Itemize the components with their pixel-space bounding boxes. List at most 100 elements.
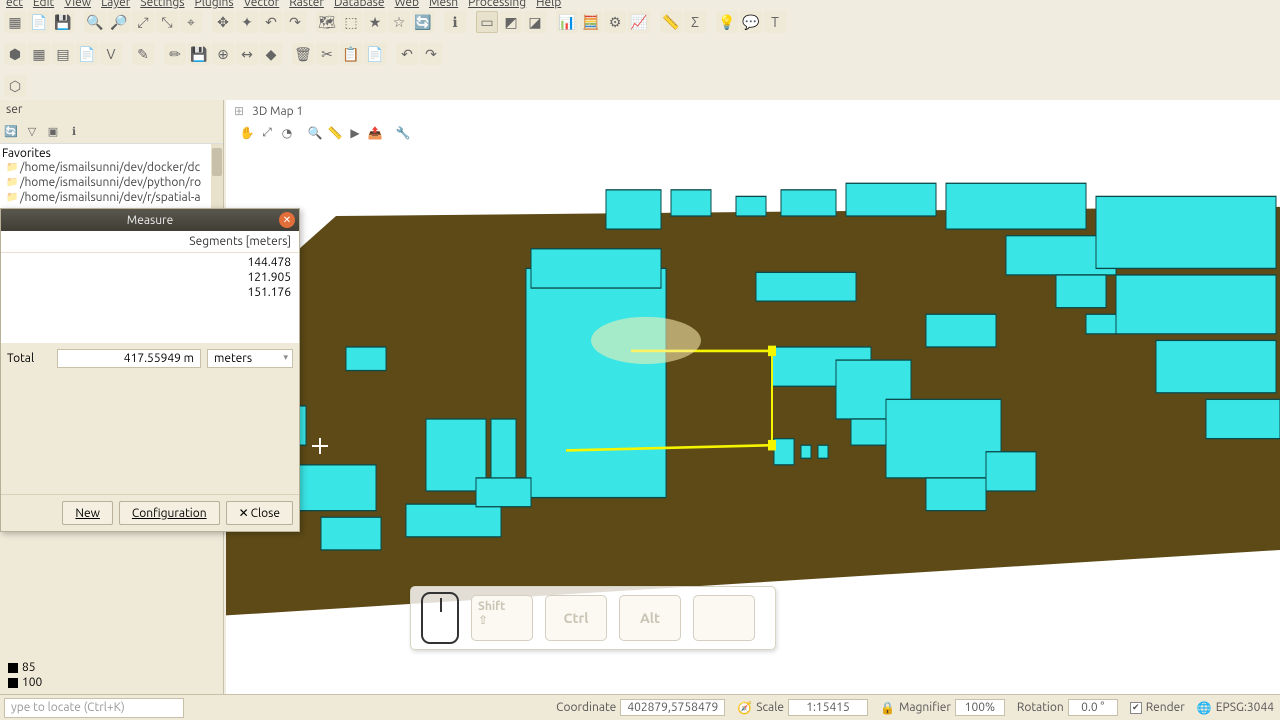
open-icon[interactable]: 📄: [28, 11, 50, 33]
delete-icon[interactable]: 🗑: [292, 43, 314, 65]
add-mesh-icon[interactable]: ▤: [52, 43, 74, 65]
unit-select[interactable]: meters: [207, 349, 293, 368]
coordinate-value[interactable]: 402879,5758479: [620, 699, 725, 716]
shift-key: Shift⇧: [471, 595, 533, 641]
sigma-icon[interactable]: Σ: [684, 11, 706, 33]
save-icon[interactable]: 💾: [52, 11, 74, 33]
layer-item[interactable]: 100: [8, 675, 215, 690]
copy-icon[interactable]: 📋: [340, 43, 362, 65]
processing-icon[interactable]: ⚙: [604, 11, 626, 33]
coordinate-label: Coordinate: [556, 701, 616, 714]
cut-icon[interactable]: ✂: [316, 43, 338, 65]
mouse-icon: [421, 592, 459, 644]
save-edits-icon[interactable]: 💾: [188, 43, 210, 65]
measure-titlebar[interactable]: Measure ✕: [1, 209, 299, 231]
digitize-toolbar: ⬢ ▦ ▤ 📄 V ✎ ✏ 💾 ⊕ ↔ ◆ 🗑 ✂ 📋 📄 ↶ ↷: [0, 40, 1280, 68]
configuration-button[interactable]: Configuration: [119, 501, 220, 525]
render-label: Render: [1146, 701, 1185, 714]
3d-animation-icon[interactable]: ▶: [346, 124, 364, 142]
browser-scrollbar[interactable]: [211, 144, 223, 208]
add-delimited-icon[interactable]: 📄: [76, 43, 98, 65]
3d-settings-icon[interactable]: 🔧: [394, 124, 412, 142]
measure-icon[interactable]: 📏: [660, 11, 682, 33]
new-project-icon[interactable]: ▦: [4, 11, 26, 33]
select-icon[interactable]: ▭: [476, 11, 498, 33]
toggle-edit-icon[interactable]: ✎: [132, 43, 154, 65]
3d-identify-icon[interactable]: 🔍: [306, 124, 324, 142]
alt-key: Alt: [619, 595, 681, 641]
zoom-full-icon[interactable]: ⤢: [132, 11, 154, 33]
node-tool-icon[interactable]: ◆: [260, 43, 282, 65]
browser-title: ser: [0, 100, 223, 119]
3d-pan-icon[interactable]: ✋: [238, 124, 256, 142]
new-3d-icon[interactable]: ⬚: [340, 11, 362, 33]
settings-browser-icon[interactable]: ℹ: [65, 122, 83, 140]
add-raster-icon[interactable]: ▦: [28, 43, 50, 65]
new-bookmark-icon[interactable]: ★: [364, 11, 386, 33]
filter-browser-icon[interactable]: ▽: [23, 122, 41, 140]
redo-icon[interactable]: ↷: [420, 43, 442, 65]
stats-icon[interactable]: 📈: [628, 11, 650, 33]
zoom-next-icon[interactable]: ↷: [284, 11, 306, 33]
zoom-in-icon[interactable]: 🔍: [84, 11, 106, 33]
maptip-icon[interactable]: 💡: [716, 11, 738, 33]
plugin-icon[interactable]: ⬡: [4, 75, 26, 97]
zoom-layer-icon[interactable]: ⤡: [156, 11, 178, 33]
segment-value: 151.176: [9, 285, 291, 300]
text-annotation-icon[interactable]: T: [764, 11, 786, 33]
add-vector-icon[interactable]: ⬢: [4, 43, 26, 65]
scale-value[interactable]: 1:15415: [788, 699, 868, 716]
3d-zoom-full-icon[interactable]: ⤢: [258, 124, 276, 142]
move-feature-icon[interactable]: ↔: [236, 43, 258, 65]
favorite-path[interactable]: /home/ismailsunni/dev/r/spatial-a: [6, 190, 217, 205]
segments-list: 144.478 121.905 151.176: [1, 253, 299, 343]
lock-icon[interactable]: 🔒: [880, 701, 895, 715]
segment-value: 144.478: [9, 255, 291, 270]
favorite-path[interactable]: /home/ismailsunni/dev/python/ro: [6, 175, 217, 190]
render-checkbox[interactable]: ✔: [1130, 702, 1142, 714]
close-button[interactable]: ✕Close: [226, 501, 293, 525]
measure-dialog[interactable]: Measure ✕ Segments [meters] 144.478 121.…: [0, 208, 300, 532]
deselect-icon[interactable]: ◪: [524, 11, 546, 33]
status-bar: ype to locate (Ctrl+K) Coordinate 402879,…: [0, 694, 1280, 720]
pan-icon[interactable]: ✥: [212, 11, 234, 33]
paste-icon[interactable]: 📄: [364, 43, 386, 65]
bookmarks-icon[interactable]: ☆: [388, 11, 410, 33]
3d-fly-icon[interactable]: ◔: [278, 124, 296, 142]
pan-selection-icon[interactable]: ✦: [236, 11, 258, 33]
add-virtual-icon[interactable]: V: [100, 43, 122, 65]
3d-measure-icon[interactable]: 📏: [326, 124, 344, 142]
identify-icon[interactable]: ℹ: [444, 11, 466, 33]
refresh-browser-icon[interactable]: 🔄: [2, 122, 20, 140]
zoom-native-icon[interactable]: ⌖: [180, 11, 202, 33]
select-all-icon[interactable]: ◩: [500, 11, 522, 33]
segments-header: Segments [meters]: [1, 231, 299, 253]
locator-input[interactable]: ype to locate (Ctrl+K): [4, 698, 184, 718]
edit-pencil-icon[interactable]: ✏: [164, 43, 186, 65]
undo-icon[interactable]: ↶: [396, 43, 418, 65]
zoom-last-icon[interactable]: ↶: [260, 11, 282, 33]
collapse-icon[interactable]: ▣: [44, 122, 62, 140]
table-icon[interactable]: 📊: [556, 11, 578, 33]
rotation-value[interactable]: 0.0 °: [1068, 699, 1118, 716]
favorite-path[interactable]: /home/ismailsunni/dev/docker/dc: [6, 160, 217, 175]
layers-panel: 85 100: [0, 656, 223, 694]
new-button[interactable]: New: [62, 501, 113, 525]
crs-value[interactable]: EPSG:3044: [1216, 701, 1274, 714]
close-icon[interactable]: ✕: [279, 212, 295, 228]
total-label: Total: [7, 352, 51, 365]
zoom-out-icon[interactable]: 🔎: [108, 11, 130, 33]
main-toolbar: ▦ 📄 💾 🔍 🔎 ⤢ ⤡ ⌖ ✥ ✦ ↶ ↷ 🗺 ⬚ ★ ☆ 🔄 ℹ ▭ ◩ …: [0, 8, 1280, 36]
new-map-icon[interactable]: 🗺: [316, 11, 338, 33]
annotation-icon[interactable]: 💬: [740, 11, 762, 33]
ctrl-key: Ctrl: [545, 595, 607, 641]
favorites-header[interactable]: Favorites: [2, 147, 217, 160]
refresh-icon[interactable]: 🔄: [412, 11, 434, 33]
3d-export-icon[interactable]: 📤: [366, 124, 384, 142]
field-calc-icon[interactable]: 🧮: [580, 11, 602, 33]
add-feature-icon[interactable]: ⊕: [212, 43, 234, 65]
magnifier-value[interactable]: 100%: [955, 699, 1005, 716]
crs-icon[interactable]: 🌐: [1197, 701, 1212, 715]
layer-item[interactable]: 85: [8, 660, 215, 675]
segment-value: 121.905: [9, 270, 291, 285]
